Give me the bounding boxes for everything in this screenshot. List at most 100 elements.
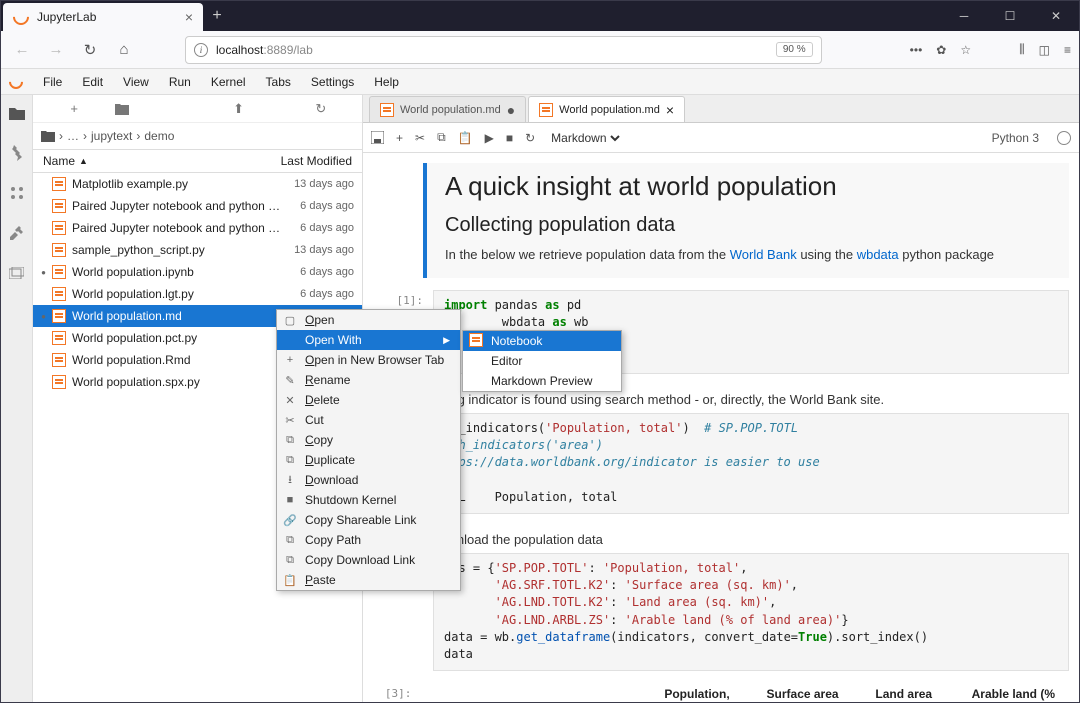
reload-button[interactable]: ↻ (77, 37, 103, 63)
menu-tabs[interactable]: Tabs (256, 72, 301, 92)
library-icon[interactable]: ⫼ (1019, 42, 1025, 57)
menu-file[interactable]: File (33, 72, 72, 92)
new-launcher-button[interactable]: + (33, 101, 115, 116)
file-row[interactable]: Paired Jupyter notebook and python …6 da… (33, 217, 362, 239)
close-icon[interactable]: × (185, 9, 193, 25)
context-menu-item[interactable]: +Open in New Browser Tab (277, 350, 460, 370)
celltype-select[interactable]: Markdown (547, 130, 623, 146)
context-menu-item[interactable]: ✕Delete (277, 390, 460, 410)
menu-icon[interactable]: ≡ (1064, 43, 1071, 57)
file-row[interactable]: Paired Jupyter notebook and python …6 da… (33, 195, 362, 217)
minimize-button[interactable]: ─ (941, 1, 987, 31)
context-menu-item[interactable]: ✂Cut (277, 410, 460, 430)
protection-icon[interactable]: ✿ (936, 43, 946, 57)
tabs-icon[interactable] (7, 263, 27, 283)
menu-kernel[interactable]: Kernel (201, 72, 256, 92)
code-cell[interactable]: ch_indicators('Population, total') # SP.… (373, 413, 1069, 514)
file-name: Matplotlib example.py (72, 177, 188, 191)
menu-view[interactable]: View (113, 72, 159, 92)
md-paragraph: In the below we retrieve population data… (445, 247, 1051, 262)
context-menu-item[interactable]: Open With▶ (277, 330, 460, 350)
file-name: World population.md (72, 309, 182, 323)
breadcrumb[interactable]: ›… ›jupytext ›demo (33, 123, 362, 149)
new-tab-button[interactable]: + (203, 1, 231, 31)
context-menu-item[interactable]: ✎Rename (277, 370, 460, 390)
context-menu-item[interactable]: ⧉Copy (277, 430, 460, 450)
commands-icon[interactable] (7, 183, 27, 203)
upload-button[interactable]: ⬆ (198, 101, 280, 117)
restart-button[interactable]: ↻ (525, 131, 535, 145)
code-cell[interactable]: ors = {'SP.POP.TOTL': 'Population, total… (373, 553, 1069, 671)
run-button[interactable]: ▶ (485, 131, 494, 145)
tools-icon[interactable] (7, 223, 27, 243)
context-menu-item[interactable]: ⧉Duplicate (277, 450, 460, 470)
browser-tab[interactable]: JupyterLab × (3, 3, 203, 31)
file-icon (380, 103, 394, 117)
file-list-header[interactable]: Name ▲ Last Modified (33, 149, 362, 173)
context-menu-item[interactable]: ▢Open (277, 310, 460, 330)
notebook-area[interactable]: A quick insight at world population Coll… (363, 153, 1079, 702)
bookmark-icon[interactable]: ☆ (960, 43, 971, 57)
file-icon (52, 331, 66, 345)
file-row[interactable]: Matplotlib example.py13 days ago (33, 173, 362, 195)
folder-icon[interactable] (7, 103, 27, 123)
context-menu-item[interactable]: ⧉Copy Path (277, 530, 460, 550)
new-folder-button[interactable] (115, 103, 197, 115)
maximize-button[interactable]: ☐ (987, 1, 1033, 31)
submenu-item[interactable]: Editor (463, 351, 621, 371)
menu-edit[interactable]: Edit (72, 72, 113, 92)
notebook-toolbar: + ✂ ⧉ 📋 ▶ ■ ↻ Markdown Python 3 (363, 123, 1079, 153)
ellipsis-icon[interactable]: ••• (910, 43, 923, 57)
jupyter-logo-icon (6, 72, 26, 92)
running-icon[interactable] (7, 143, 27, 163)
home-button[interactable]: ⌂ (111, 37, 137, 63)
interrupt-button[interactable]: ■ (506, 131, 513, 145)
close-window-button[interactable]: ✕ (1033, 1, 1079, 31)
file-name: World population.Rmd (72, 353, 191, 367)
document-tab[interactable]: World population.md× (528, 96, 685, 122)
heading-2: Collecting population data (445, 214, 1051, 237)
world-bank-link[interactable]: World Bank (730, 247, 797, 262)
dirty-icon[interactable]: ● (507, 103, 515, 117)
back-button[interactable]: ← (9, 37, 35, 63)
file-modified: 6 days ago (300, 266, 354, 278)
context-menu-item[interactable]: ⭳Download (277, 470, 460, 490)
file-name: World population.spx.py (72, 375, 200, 389)
submenu-item[interactable]: Notebook (463, 331, 621, 351)
md-text: download the population data (363, 526, 1079, 553)
kernel-status-icon[interactable] (1057, 131, 1071, 145)
submenu-item[interactable]: Markdown Preview (463, 371, 621, 391)
context-menu-item[interactable]: ■Shutdown Kernel (277, 490, 460, 510)
forward-button[interactable]: → (43, 37, 69, 63)
cut-button[interactable]: ✂ (415, 131, 425, 145)
close-icon[interactable]: × (666, 103, 674, 117)
file-name: sample_python_script.py (72, 243, 205, 257)
refresh-button[interactable]: ↻ (280, 101, 362, 117)
context-menu[interactable]: ▢OpenOpen With▶+Open in New Browser Tab✎… (276, 309, 461, 591)
sidebar-icon[interactable]: ◫ (1039, 43, 1050, 57)
paste-button[interactable]: 📋 (458, 131, 473, 145)
file-row[interactable]: ●World population.ipynb6 days ago (33, 261, 362, 283)
file-row[interactable]: sample_python_script.py13 days ago (33, 239, 362, 261)
wbdata-link[interactable]: wbdata (857, 247, 899, 262)
url-bar[interactable]: i localhost:8889/lab 90 % (185, 36, 822, 64)
info-icon[interactable]: i (194, 43, 208, 57)
file-icon (52, 177, 66, 191)
kernel-name[interactable]: Python 3 (992, 131, 1039, 145)
copy-button[interactable]: ⧉ (437, 130, 446, 145)
save-button[interactable] (371, 131, 384, 144)
open-with-submenu[interactable]: NotebookEditorMarkdown Preview (462, 330, 622, 392)
context-menu-item[interactable]: 🔗Copy Shareable Link (277, 510, 460, 530)
tab-label: World population.md (400, 104, 501, 116)
document-tab[interactable]: World population.md ● (369, 96, 526, 122)
insert-cell-button[interactable]: + (396, 131, 403, 145)
menu-settings[interactable]: Settings (301, 72, 364, 92)
context-menu-item[interactable]: ⧉Copy Download Link (277, 550, 460, 570)
menu-run[interactable]: Run (159, 72, 201, 92)
output-cell: [3]: Population, totalSurface area (sq. … (373, 683, 1069, 702)
file-row[interactable]: World population.lgt.py6 days ago (33, 283, 362, 305)
context-menu-item[interactable]: 📋Paste (277, 570, 460, 590)
menu-help[interactable]: Help (364, 72, 409, 92)
markdown-cell[interactable]: A quick insight at world population Coll… (423, 163, 1069, 278)
zoom-badge[interactable]: 90 % (776, 42, 813, 57)
